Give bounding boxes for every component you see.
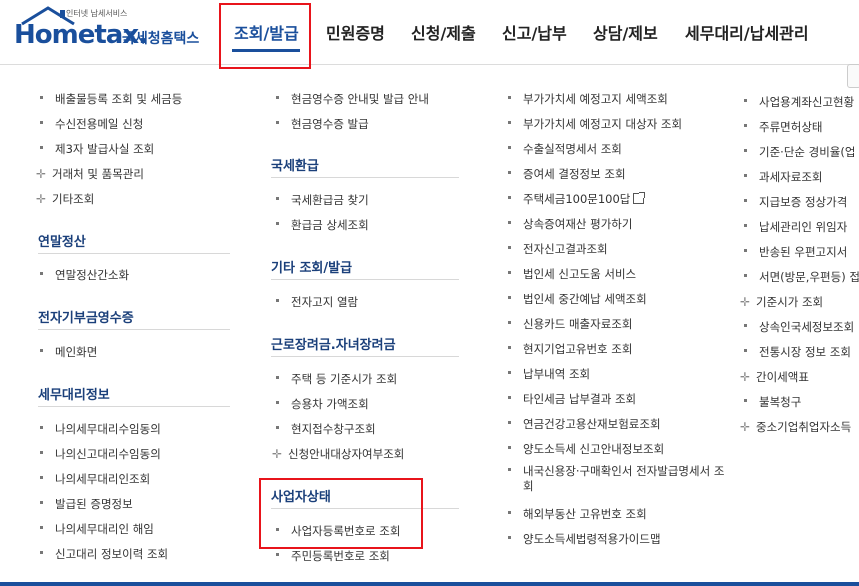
nav-apply-submit[interactable]: 신청/제출 xyxy=(411,20,476,44)
menu-item[interactable]: 과세자료조회 xyxy=(744,169,822,185)
menu-item[interactable]: 납세관리인 위임자 xyxy=(744,219,847,235)
highlight-box-business-status xyxy=(259,478,423,549)
menu-item-expandable[interactable]: ✛ 간이세액표 xyxy=(738,369,809,385)
menu-item[interactable]: 주류면허상태 xyxy=(744,119,822,135)
bullet-icon xyxy=(744,224,747,227)
plus-icon: ✛ xyxy=(739,370,751,384)
menu-item[interactable]: 서면(방문,우편등) 접 xyxy=(744,269,859,285)
menu-item-expandable[interactable]: ✛ 중소기업취업자소득 xyxy=(738,419,851,435)
bullet-icon xyxy=(744,274,747,277)
menu-item[interactable]: 불복청구 xyxy=(744,394,801,410)
bullet-icon xyxy=(744,149,747,152)
menu-item[interactable]: 전통시장 정보 조회 xyxy=(744,344,851,360)
menu-item[interactable]: 상속인국세정보조회 xyxy=(744,319,854,335)
menu-item[interactable]: 사업용계좌신고현황 xyxy=(744,94,854,110)
menu-column-4: 사업용계좌신고현황 주류면허상태 기준·단순 경비율(업 과세자료조회 지급보증… xyxy=(0,65,859,586)
menu-item[interactable]: 기준·단순 경비율(업 xyxy=(744,144,855,160)
bullet-icon xyxy=(744,349,747,352)
menu-item-expandable[interactable]: ✛ 기준시가 조회 xyxy=(738,294,823,310)
bullet-icon xyxy=(744,174,747,177)
logo-org-name: 국세청홈택스 xyxy=(122,31,200,47)
top-navigation-bar: 인터넷 납세서비스 Hometax. 국세청홈택스 조회/발급 민원증명 신청/… xyxy=(0,0,859,65)
bullet-icon xyxy=(744,324,747,327)
mega-menu-panel: 배출물등록 조회 및 세금등 수신전용메일 신청 제3자 발급사실 조회 ✛ 거래… xyxy=(0,65,859,586)
logo-subtitle: 인터넷 납세서비스 xyxy=(66,9,128,18)
plus-icon: ✛ xyxy=(739,420,751,434)
nav-consult-report[interactable]: 상담/제보 xyxy=(593,20,658,44)
menu-item[interactable]: 반송된 우편고지서 xyxy=(744,244,847,260)
bullet-icon xyxy=(744,124,747,127)
nav-tax-agent[interactable]: 세무대리/납세관리 xyxy=(685,20,809,44)
bullet-icon xyxy=(744,99,747,102)
menu-item[interactable]: 지급보증 정상가격 xyxy=(744,194,847,210)
bullet-icon xyxy=(744,249,747,252)
hometax-logo[interactable]: 인터넷 납세서비스 Hometax. 국세청홈택스 xyxy=(14,6,204,56)
bottom-blue-bar xyxy=(0,582,859,586)
highlight-box-nav xyxy=(219,3,311,69)
nav-report-pay[interactable]: 신고/납부 xyxy=(502,20,567,44)
nav-civil-certificate[interactable]: 민원증명 xyxy=(326,20,385,44)
bullet-icon xyxy=(744,199,747,202)
bullet-icon xyxy=(744,399,747,402)
plus-icon: ✛ xyxy=(739,295,751,309)
